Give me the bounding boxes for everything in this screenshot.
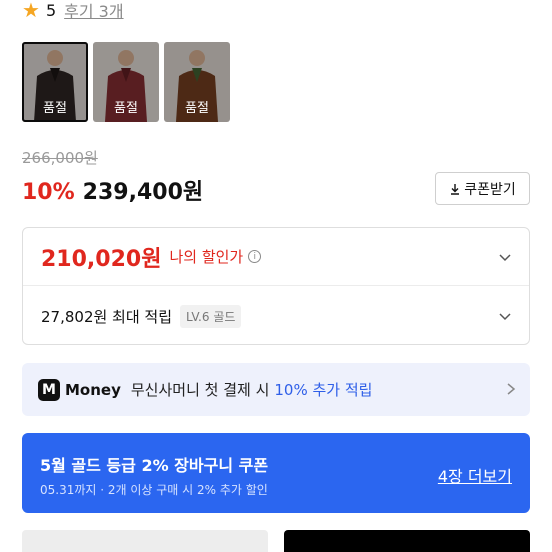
see-more-coupons-link[interactable]: 4장 더보기 [438,463,512,487]
gold-coupon-subtitle: 05.31까지 · 2개 이상 구매 시 2% 추가 할인 [40,483,268,497]
sale-price: 239,400원 [82,180,204,205]
discount-percent: 10% [22,180,75,205]
chevron-right-icon [507,383,516,395]
sold-out-label: 품절 [185,101,209,116]
coupon-button[interactable]: 쿠폰받기 [435,172,530,205]
color-option-black[interactable]: 품절 [22,42,88,122]
coupon-label: 쿠폰받기 [464,181,516,198]
money-highlight: 10% 추가 적립 [274,381,373,399]
download-icon [451,183,460,195]
color-option-burgundy[interactable]: 품절 [93,42,159,122]
chevron-down-icon [499,313,511,321]
money-logo-icon: M [38,378,60,401]
max-points: 27,802원 최대 적립 [41,307,173,326]
gold-coupon-banner[interactable]: 5월 골드 등급 2% 장바구니 쿠폰 05.31까지 · 2개 이상 구매 시… [22,433,530,513]
rating-score: 5 [45,0,57,20]
color-option-brown[interactable]: 품절 [164,42,230,122]
my-discount-label: 나의 할인가 [169,248,244,266]
my-discount-price: 210,020원 [41,246,162,272]
discount-panel: 210,020원 나의 할인가 i 27,802원 최대 적립 LV.6 골드 [22,227,530,345]
original-price: 266,000원 [22,149,98,167]
sold-out-label: 품절 [114,101,138,116]
rating-row: ★ 5 후기 3개 [22,0,124,22]
reviews-link[interactable]: 후기 3개 [64,0,123,22]
secondary-action-button[interactable] [22,530,268,552]
level-badge: LV.6 골드 [180,304,242,328]
my-price-row[interactable]: 210,020원 나의 할인가 i [23,228,529,286]
sold-out-label: 품절 [43,101,67,116]
info-icon[interactable]: i [248,250,262,263]
gold-coupon-title: 5월 골드 등급 2% 장바구니 쿠폰 [40,456,269,475]
star-icon: ★ [22,0,40,22]
money-description: 무신사머니 첫 결제 시 [130,381,270,399]
sale-price-row: 10% 239,400원 [22,174,203,206]
points-row[interactable]: 27,802원 최대 적립 LV.6 골드 [23,286,529,346]
color-options: 품절 품절 품절 [22,42,230,122]
money-brand: Money [65,380,121,399]
money-banner[interactable]: M Money 무신사머니 첫 결제 시 10% 추가 적립 [22,363,530,416]
primary-action-button[interactable] [284,530,530,552]
chevron-down-icon [499,253,511,261]
